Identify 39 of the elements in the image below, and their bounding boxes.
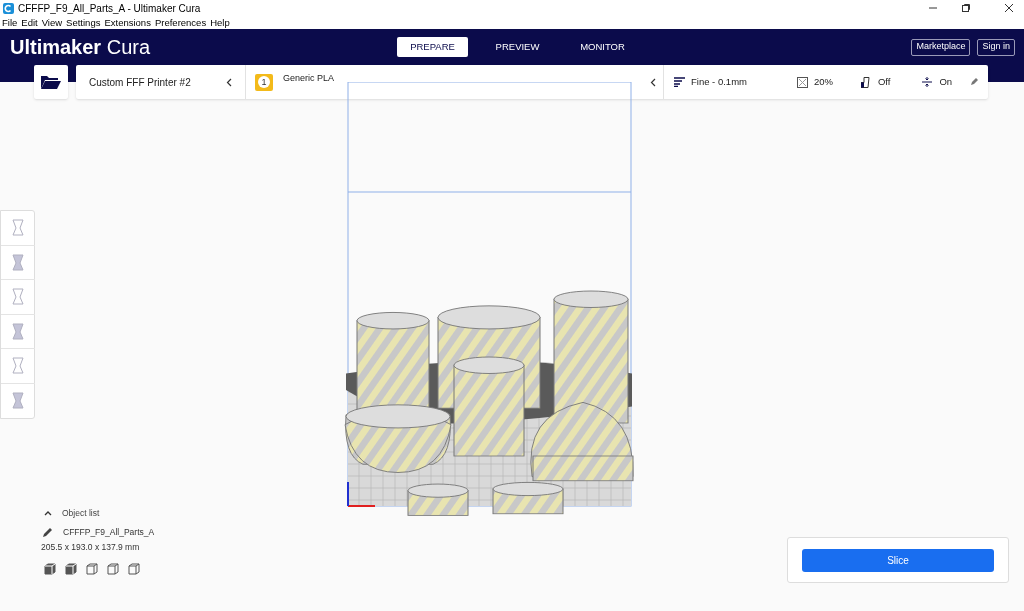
window-title: CFFFP_F9_All_Parts_A - Ultimaker Cura — [18, 1, 201, 16]
printer-selector[interactable]: Custom FFF Printer #2 — [76, 65, 246, 99]
menu-item[interactable]: Extensions — [104, 16, 151, 29]
support-label: Off — [878, 74, 891, 89]
chevron-left-icon — [650, 77, 656, 87]
pencil-icon — [43, 527, 53, 537]
folder-icon — [41, 75, 61, 89]
open-file-button[interactable] — [34, 65, 68, 99]
menu-item[interactable]: Help — [210, 16, 230, 29]
app-logo: Ultimaker Cura — [10, 35, 151, 59]
header-tab[interactable]: PREVIEW — [482, 37, 553, 57]
header-button[interactable]: Sign in — [977, 38, 1015, 56]
profile-label: Fine - 0.1mm — [691, 74, 747, 89]
support-icon — [861, 76, 871, 88]
extruder-badge: 1 — [255, 73, 273, 91]
header-tab[interactable]: MONITOR — [567, 37, 638, 57]
adhesion-label: On — [939, 74, 953, 89]
infill-label: 20% — [813, 74, 833, 89]
menu-item[interactable]: Preferences — [154, 16, 207, 29]
object-name: CFFFP_F9_All_Parts_A — [63, 525, 155, 539]
print-settings-selector[interactable]: Fine - 0.1mm 20% Off On — [664, 65, 988, 99]
profile-icon — [674, 77, 685, 87]
close-icon[interactable] — [1004, 3, 1014, 13]
material-selector[interactable]: 1 Generic PLA — [246, 65, 664, 99]
object-list-toggle[interactable]: Object list — [41, 506, 155, 520]
chevron-left-icon — [226, 77, 232, 87]
header-button[interactable]: Marketplace — [911, 38, 971, 56]
restore-icon[interactable] — [961, 3, 971, 13]
menu-item[interactable]: Edit — [21, 16, 38, 29]
infill-icon — [796, 76, 808, 88]
header-tab[interactable]: PREPARE — [397, 37, 468, 57]
adhesion-icon — [922, 77, 933, 87]
menu-item[interactable]: File — [2, 16, 18, 29]
object-dimensions: 205.5 x 193.0 x 137.9 mm — [41, 541, 141, 554]
menu-item[interactable]: View — [41, 16, 63, 29]
slice-button[interactable]: Slice — [802, 548, 994, 572]
pencil-icon — [970, 78, 978, 86]
chevron-up-icon — [44, 510, 52, 516]
menu-item[interactable]: Settings — [66, 16, 101, 29]
